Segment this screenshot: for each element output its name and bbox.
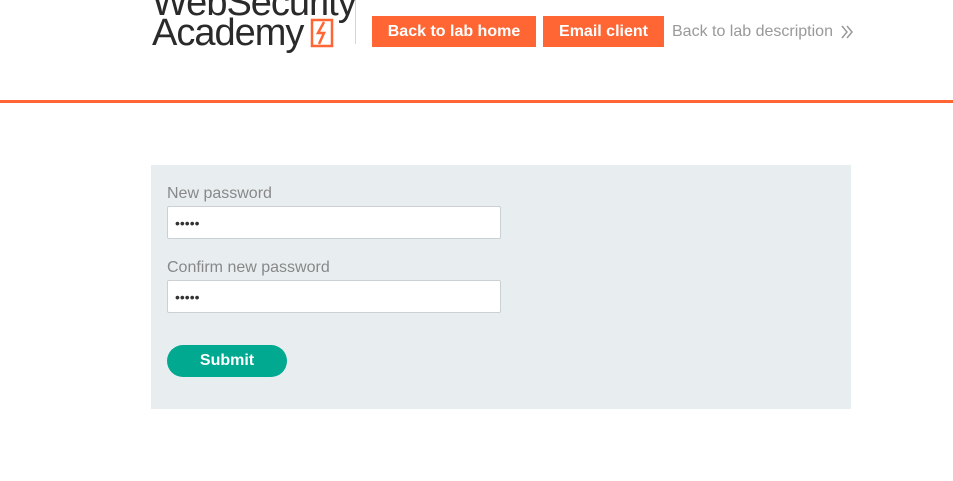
header-divider [0,100,953,103]
logo-divider [355,0,356,44]
new-password-input[interactable] [167,206,501,239]
logo-text-line2: Academy [152,12,304,54]
confirm-new-password-input[interactable] [167,280,501,313]
new-password-label: New password [167,185,272,202]
submit-button[interactable]: Submit [167,345,287,377]
change-password-form: New password Confirm new password Submit [151,165,851,409]
back-to-lab-description-link[interactable]: Back to lab description [672,16,833,47]
confirm-new-password-label: Confirm new password [167,259,330,276]
email-client-button[interactable]: Email client [543,16,664,47]
site-header: WebSecurity Academy Back to lab home Ema… [0,0,953,104]
web-security-academy-logo[interactable]: WebSecurity Academy [152,0,357,54]
back-to-lab-home-button[interactable]: Back to lab home [372,16,536,47]
lightning-mark-icon [310,18,334,48]
double-chevron-right-icon[interactable] [840,24,854,40]
